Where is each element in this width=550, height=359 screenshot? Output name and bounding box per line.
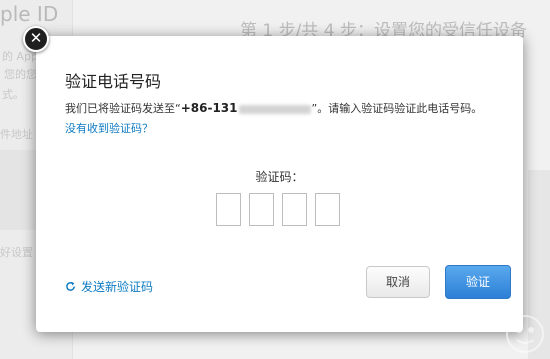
background-apple-id-heading: ple ID (0, 2, 59, 26)
description-suffix: ”。请输入验证码验证此电话号码。 (311, 102, 483, 115)
close-button[interactable]: ✕ (23, 26, 49, 52)
dialog-title: 验证电话号码 (65, 72, 162, 91)
send-new-code-link[interactable]: 发送新验证码 (65, 278, 153, 295)
masked-phone-digits (238, 104, 311, 114)
cancel-button[interactable]: 取消 (366, 266, 430, 298)
code-digit-input-3[interactable] (282, 193, 307, 226)
send-new-code-label: 发送新验证码 (81, 280, 154, 294)
code-digit-input-1[interactable] (216, 193, 241, 226)
refresh-icon (66, 281, 75, 291)
background-band (0, 150, 36, 230)
not-received-code-link[interactable]: 没有收到验证码？ (65, 120, 153, 136)
phone-number-prefix: +86-131 (180, 101, 238, 115)
description-prefix: 我们已将验证码发送至“ (65, 102, 181, 115)
dialog-description: 我们已将验证码发送至“+86-131 ”。请输入验证码验证此电话号码。 (65, 100, 482, 116)
code-digit-input-2[interactable] (249, 193, 274, 226)
verify-phone-dialog: 验证电话号码 我们已将验证码发送至“+86-131 ”。请输入验证码验证此电话号码… (36, 36, 523, 332)
background-text-line: 好设置 (0, 246, 33, 259)
background-text-line: 您的您 (4, 68, 37, 81)
code-digit-input-4[interactable] (315, 193, 340, 226)
verification-code-inputs (216, 193, 340, 226)
watermark-logo (506, 315, 544, 353)
close-icon: ✕ (29, 29, 43, 47)
background-text-line: 件地址 (0, 128, 33, 141)
verify-button[interactable]: 验证 (445, 265, 511, 299)
background-text-line: 式。 (2, 88, 24, 101)
verification-code-label: 验证码： (255, 170, 304, 184)
